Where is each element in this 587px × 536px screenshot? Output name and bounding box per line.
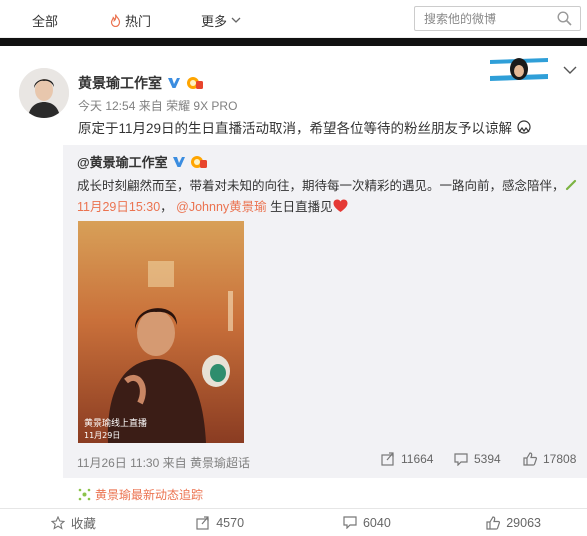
poster-image[interactable]: 黄景瑜线上直播 11月29日 bbox=[78, 221, 244, 443]
post-text: 原定于11月29日的生日直播活动取消，希望各位等待的粉丝朋友予以谅解 bbox=[78, 119, 532, 139]
poster-caption-line1: 黄景瑜线上直播 bbox=[84, 417, 147, 429]
search-input[interactable] bbox=[415, 7, 545, 30]
repost-comment-button[interactable]: 5394 bbox=[454, 452, 501, 466]
repost-text-after: 生日直播见 bbox=[270, 200, 333, 214]
fire-icon bbox=[110, 14, 121, 27]
tracking-link[interactable]: 黄景瑜最新动态追踪 bbox=[78, 486, 203, 503]
repost-meta: 11月26日 11:30 来自 黄景瑜超话 bbox=[77, 454, 250, 471]
repost-author[interactable]: @黄景瑜工作室 bbox=[77, 152, 208, 171]
star-icon bbox=[50, 515, 65, 530]
comment-count: 6040 bbox=[362, 515, 391, 530]
repost-time[interactable]: 11月26日 11:30 bbox=[77, 456, 159, 470]
tab-hot-label: 热门 bbox=[125, 14, 152, 29]
weibo-card: 黄景瑜工作室 今天 12:54 来自 荣耀 9X PRO 原定于11月29日的生… bbox=[0, 46, 587, 536]
source-prefix: 来自 bbox=[138, 99, 163, 113]
repost-like-button[interactable]: 17808 bbox=[523, 452, 576, 466]
repost-comment-count: 5394 bbox=[474, 452, 501, 466]
repost-source[interactable]: 黄景瑜超话 bbox=[190, 456, 250, 470]
repost-forward-count: 11664 bbox=[401, 452, 434, 466]
card-menu-chevron-icon[interactable] bbox=[563, 66, 577, 75]
post-source[interactable]: 荣耀 9X PRO bbox=[166, 99, 237, 113]
thumbs-up-icon bbox=[523, 452, 537, 466]
top-nav: 全部 热门 更多 bbox=[0, 0, 587, 38]
post-time[interactable]: 今天 12:54 bbox=[78, 99, 135, 113]
header-divider-bar bbox=[0, 38, 587, 46]
thumbs-up-icon bbox=[486, 515, 501, 530]
post-author[interactable]: 黄景瑜工作室 bbox=[78, 73, 204, 93]
repost-source-prefix: 来自 bbox=[162, 456, 187, 470]
repost-like-count: 17808 bbox=[543, 452, 577, 466]
comment-button[interactable]: 6040 bbox=[294, 509, 441, 536]
card-cover-image bbox=[490, 54, 548, 86]
forward-count: 4570 bbox=[216, 515, 245, 530]
author-name[interactable]: 黄景瑜工作室 bbox=[78, 73, 162, 93]
search-icon[interactable] bbox=[557, 11, 572, 26]
mention-link[interactable]: @Johnny黄景瑜 bbox=[176, 200, 267, 214]
like-button[interactable]: 29063 bbox=[440, 509, 587, 536]
post-actions: 收藏 4570 6040 29063 bbox=[0, 509, 587, 536]
search-box bbox=[414, 6, 581, 31]
tracking-icon bbox=[78, 488, 91, 501]
chevron-down-icon bbox=[231, 17, 241, 23]
tracking-label: 黄景瑜最新动态追踪 bbox=[95, 488, 204, 502]
repost-text: 成长时刻翩然而至，带着对未知的向往，期待每一次精彩的遇见。一路向前，感念陪伴， … bbox=[77, 176, 577, 218]
forward-icon bbox=[196, 515, 209, 530]
link-icon bbox=[565, 179, 576, 191]
heart-icon bbox=[333, 199, 348, 212]
tab-hot[interactable]: 热门 bbox=[110, 11, 151, 30]
vip-icon bbox=[190, 155, 207, 168]
comment-icon bbox=[343, 516, 357, 529]
verified-v-icon bbox=[168, 78, 180, 88]
verified-v-icon bbox=[172, 156, 185, 167]
repost-box: @黄景瑜工作室 成长时刻翩然而至，带着对未知的向往，期待每一次精彩的遇见。一路向… bbox=[63, 145, 587, 478]
avatar[interactable] bbox=[19, 68, 69, 118]
favorite-label: 收藏 bbox=[70, 517, 96, 531]
repost-author-name[interactable]: @黄景瑜工作室 bbox=[77, 152, 168, 171]
post-meta: 今天 12:54 来自 荣耀 9X PRO bbox=[78, 97, 237, 114]
comment-icon bbox=[454, 452, 468, 466]
pray-emoji-icon bbox=[517, 120, 531, 134]
repost-forward-button[interactable]: 11664 bbox=[381, 452, 433, 466]
post-text-content: 原定于11月29日的生日直播活动取消，希望各位等待的粉丝朋友予以谅解 bbox=[78, 121, 513, 136]
repost-text-before: 成长时刻翩然而至，带着对未知的向往，期待每一次精彩的遇见。一路向前，感念陪伴， bbox=[77, 179, 565, 193]
tab-more-label: 更多 bbox=[201, 14, 228, 29]
tab-more[interactable]: 更多 bbox=[201, 11, 241, 30]
vip-icon bbox=[187, 77, 203, 89]
poster-caption-line2: 11月29日 bbox=[84, 431, 120, 440]
repost-time-link[interactable]: 11月29日15:30 bbox=[77, 200, 160, 214]
forward-icon bbox=[381, 452, 394, 466]
forward-button[interactable]: 4570 bbox=[147, 509, 294, 536]
tab-all[interactable]: 全部 bbox=[32, 11, 58, 30]
favorite-button[interactable]: 收藏 bbox=[0, 509, 147, 536]
like-count: 29063 bbox=[506, 515, 541, 530]
